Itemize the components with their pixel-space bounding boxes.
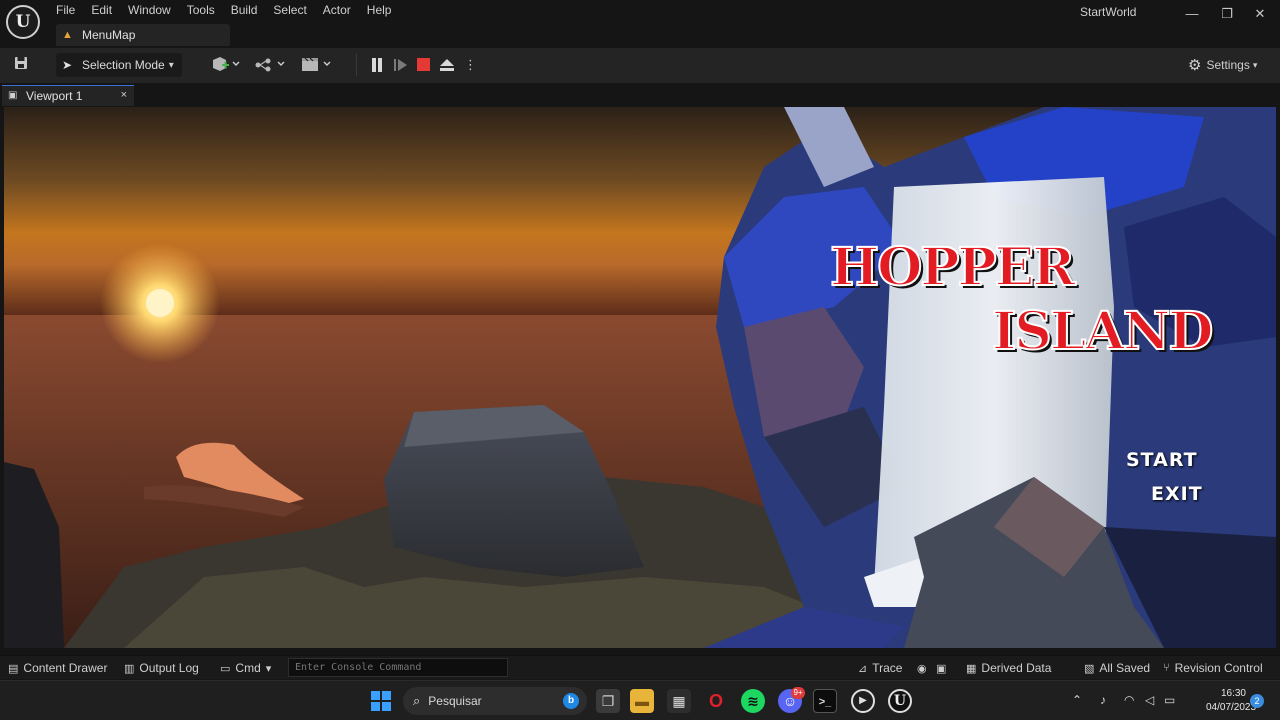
- terminal-icon[interactable]: >_: [813, 689, 837, 713]
- revision-control-button[interactable]: ⑂ Revision Control: [1163, 660, 1263, 676]
- advance-frame-button[interactable]: [392, 56, 410, 74]
- exit-button[interactable]: EXIT: [1151, 483, 1203, 505]
- toolbar-divider: [356, 54, 357, 76]
- eject-button[interactable]: [438, 56, 456, 74]
- volume-icon[interactable]: ◁: [1145, 693, 1154, 707]
- trace-button[interactable]: ⊿ Trace: [858, 660, 902, 676]
- game-title-line-1: HOPPER: [829, 237, 1076, 298]
- restore-icon[interactable]: ❐: [1217, 4, 1237, 24]
- all-saved-button[interactable]: ▧ All Saved: [1084, 660, 1150, 676]
- trace-label: Trace: [872, 661, 903, 675]
- menu-edit[interactable]: Edit: [83, 2, 120, 20]
- menu-help[interactable]: Help: [359, 2, 400, 20]
- terminal-icon: ▭: [220, 662, 231, 675]
- store-icon[interactable]: ▦: [667, 689, 691, 713]
- more-options-icon[interactable]: ⋮: [464, 56, 477, 74]
- chevron-down-icon: ▾: [1252, 59, 1258, 70]
- game-title-line-2: ISLAND: [991, 301, 1214, 362]
- gear-icon: ⚙: [1188, 57, 1202, 74]
- derived-data-button[interactable]: ▦ Derived Data: [966, 660, 1051, 676]
- cmd-dropdown[interactable]: ▭ Cmd ▾: [220, 660, 276, 676]
- cinematics-icon[interactable]: [300, 56, 334, 74]
- viewport-tab-bar: ▣ Viewport 1 ×: [0, 83, 1280, 106]
- stop-button[interactable]: [415, 56, 433, 74]
- search-icon: ⌕: [413, 693, 421, 708]
- minimize-icon[interactable]: —: [1182, 4, 1202, 24]
- record-icon[interactable]: ◉: [917, 660, 932, 676]
- content-drawer-label: Content Drawer: [23, 661, 108, 675]
- editor-status-bar: ▤ Content Drawer ▥ Output Log ▭ Cmd ▾ ⊿ …: [0, 655, 1280, 679]
- system-clock[interactable]: 16:30 04/07/2023: [1206, 687, 1257, 715]
- spotify-icon[interactable]: ≋: [741, 689, 765, 713]
- tab-viewport-1[interactable]: ▣ Viewport 1 ×: [2, 85, 134, 106]
- save-status-icon: ▧: [1084, 662, 1095, 675]
- wifi-icon[interactable]: ◠: [1124, 693, 1134, 707]
- scene-render: [4, 107, 1276, 648]
- notification-badge[interactable]: 2: [1250, 694, 1264, 708]
- menu-tools[interactable]: Tools: [179, 2, 223, 20]
- revision-control-label: Revision Control: [1174, 661, 1263, 675]
- chevron-down-icon: ▾: [265, 662, 272, 675]
- settings-label: Settings: [1206, 58, 1250, 72]
- menu-build[interactable]: Build: [223, 2, 266, 20]
- windows-start-icon[interactable]: [371, 691, 391, 711]
- discord-badge: 9+: [791, 687, 805, 699]
- menu-file[interactable]: File: [48, 2, 83, 20]
- microphone-icon[interactable]: ♪: [1100, 693, 1106, 707]
- trace-icon: ⊿: [858, 662, 868, 675]
- unreal-editor-icon[interactable]: U: [888, 689, 912, 713]
- save-icon[interactable]: [12, 56, 30, 74]
- menu-select[interactable]: Select: [265, 2, 314, 20]
- taskbar-search[interactable]: ⌕ Pesquisar b: [403, 687, 587, 715]
- map-tab-label: MenuMap: [82, 28, 136, 42]
- chevron-up-icon[interactable]: ⌃: [1072, 693, 1082, 707]
- add-actor-icon[interactable]: [210, 56, 242, 74]
- viewport-icon: ▣: [8, 90, 18, 101]
- output-log-label: Output Log: [139, 661, 199, 675]
- tab-menumap[interactable]: ▲ MenuMap: [56, 24, 230, 46]
- title-bar: U File Edit Window Tools Build Select Ac…: [0, 0, 1280, 48]
- console-command-input[interactable]: [288, 658, 508, 677]
- pause-button[interactable]: [368, 56, 386, 74]
- output-log-button[interactable]: ▥ Output Log: [124, 660, 199, 676]
- clock-date: 04/07/2023: [1206, 702, 1257, 713]
- start-button[interactable]: START: [1126, 449, 1198, 471]
- content-drawer-button[interactable]: ▤ Content Drawer: [8, 660, 107, 676]
- file-explorer-icon[interactable]: ▬: [630, 689, 654, 713]
- media-player-icon[interactable]: ▶: [851, 689, 875, 713]
- search-placeholder: Pesquisar: [428, 694, 482, 708]
- windows-taskbar: ⌕ Pesquisar b ❐ ▬ ▦ O ≋ ☺ 9+ >_ ▶ U ⌃ ♪ …: [0, 680, 1280, 720]
- main-toolbar: ➤ Selection Mode ▾ ⋮ ⚙ Settings ▾: [0, 48, 1280, 83]
- game-viewport[interactable]: HOPPER ISLAND START EXIT: [4, 107, 1276, 648]
- derived-data-label: Derived Data: [981, 661, 1052, 675]
- log-icon: ▥: [124, 662, 135, 675]
- menu-bar: File Edit Window Tools Build Select Acto…: [48, 2, 399, 20]
- selection-mode-label: Selection Mode: [82, 58, 165, 72]
- battery-icon[interactable]: ▭: [1164, 693, 1175, 707]
- blueprint-icon[interactable]: [254, 56, 288, 74]
- level-icon: ▲: [62, 29, 73, 41]
- bing-icon: b: [563, 693, 579, 709]
- cmd-label: Cmd: [235, 661, 261, 675]
- project-name: StartWorld: [1080, 5, 1137, 19]
- branch-icon: ⑂: [1163, 662, 1170, 674]
- selection-mode-dropdown[interactable]: ➤ Selection Mode ▾: [56, 53, 182, 77]
- chevron-down-icon: ▾: [168, 59, 174, 71]
- viewport-tab-label: Viewport 1: [26, 89, 83, 103]
- folder-icon: ▤: [8, 662, 19, 675]
- task-view-icon[interactable]: ❐: [596, 689, 620, 713]
- opera-icon[interactable]: O: [704, 689, 728, 713]
- menu-window[interactable]: Window: [120, 2, 179, 20]
- menu-actor[interactable]: Actor: [315, 2, 359, 20]
- database-icon: ▦: [966, 662, 977, 675]
- all-saved-label: All Saved: [1099, 661, 1151, 675]
- camera-icon[interactable]: ▣: [936, 660, 951, 676]
- close-tab-icon[interactable]: ×: [121, 89, 127, 101]
- cursor-icon: ➤: [62, 58, 73, 72]
- unreal-logo-icon[interactable]: U: [6, 5, 40, 39]
- clock-time: 16:30: [1220, 688, 1246, 699]
- close-window-icon[interactable]: ✕: [1250, 4, 1270, 24]
- settings-dropdown[interactable]: ⚙ Settings ▾: [1188, 56, 1257, 74]
